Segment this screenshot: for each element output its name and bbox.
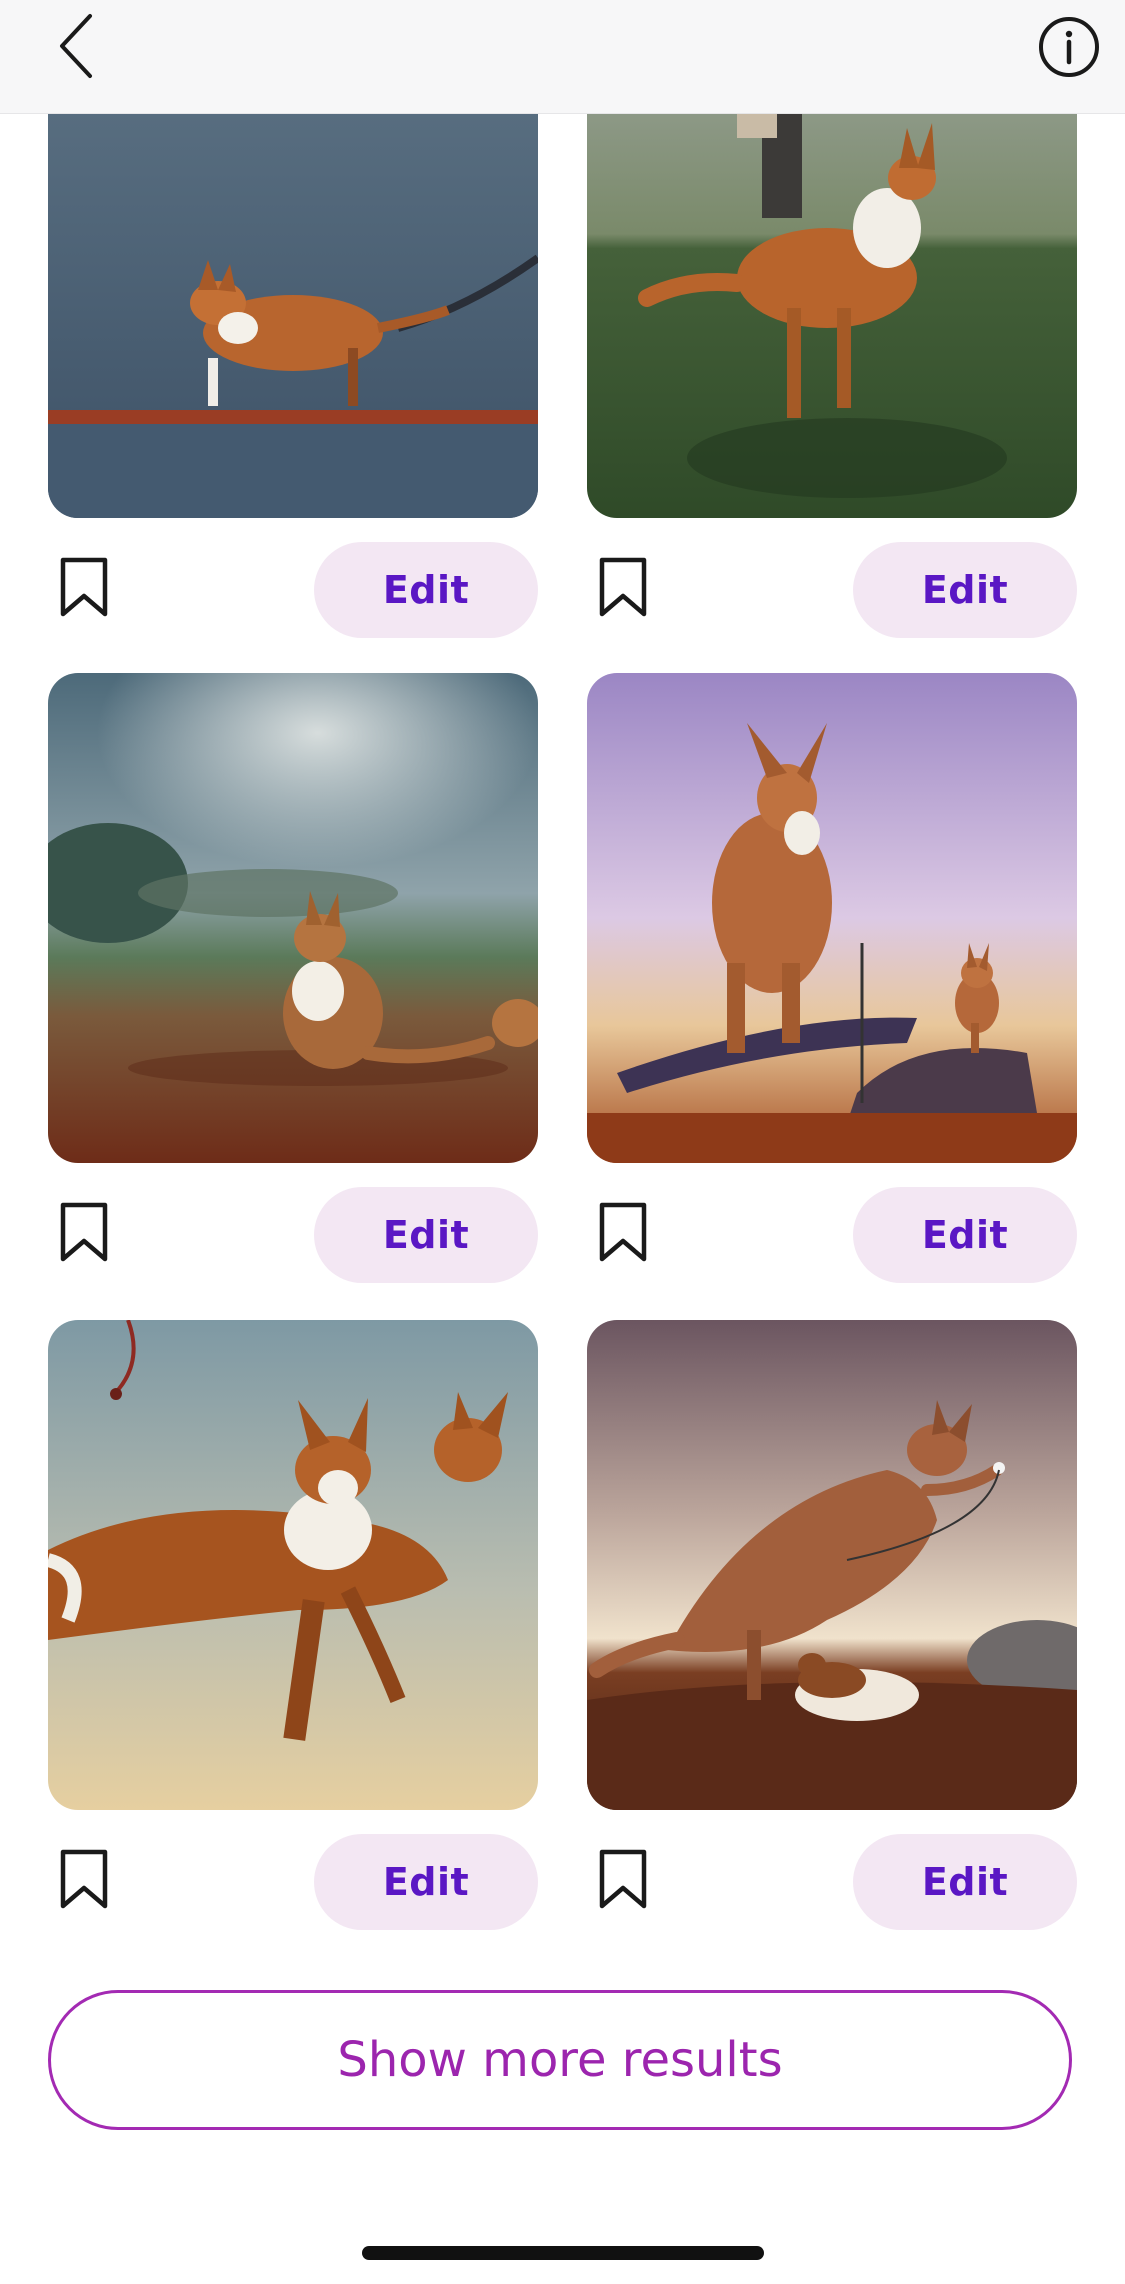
result-image[interactable] — [48, 673, 538, 1163]
top-bar — [0, 0, 1125, 114]
bookmark-button[interactable] — [56, 554, 112, 620]
chevron-left-icon — [60, 14, 92, 78]
bookmark-icon — [599, 557, 647, 617]
bookmark-icon — [60, 557, 108, 617]
bookmark-button[interactable] — [595, 1846, 651, 1912]
bookmark-icon — [60, 1849, 108, 1909]
result-image[interactable] — [587, 673, 1077, 1163]
edit-button[interactable]: Edit — [853, 1834, 1077, 1930]
info-button[interactable] — [1036, 14, 1102, 80]
result-image[interactable] — [587, 1320, 1077, 1810]
edit-button[interactable]: Edit — [314, 542, 538, 638]
show-more-results-button[interactable]: Show more results — [48, 1990, 1072, 2130]
edit-button[interactable]: Edit — [853, 1187, 1077, 1283]
back-button[interactable] — [46, 8, 106, 84]
edit-button[interactable]: Edit — [853, 542, 1077, 638]
edit-button[interactable]: Edit — [314, 1187, 538, 1283]
bookmark-button[interactable] — [56, 1199, 112, 1265]
bookmark-icon — [599, 1202, 647, 1262]
bookmark-button[interactable] — [595, 554, 651, 620]
bookmark-button[interactable] — [595, 1199, 651, 1265]
edit-button[interactable]: Edit — [314, 1834, 538, 1930]
bookmark-button[interactable] — [56, 1846, 112, 1912]
result-image[interactable] — [48, 1320, 538, 1810]
bookmark-icon — [599, 1849, 647, 1909]
bookmark-icon — [60, 1202, 108, 1262]
home-indicator — [362, 2246, 764, 2260]
info-circle-icon — [1039, 17, 1099, 77]
